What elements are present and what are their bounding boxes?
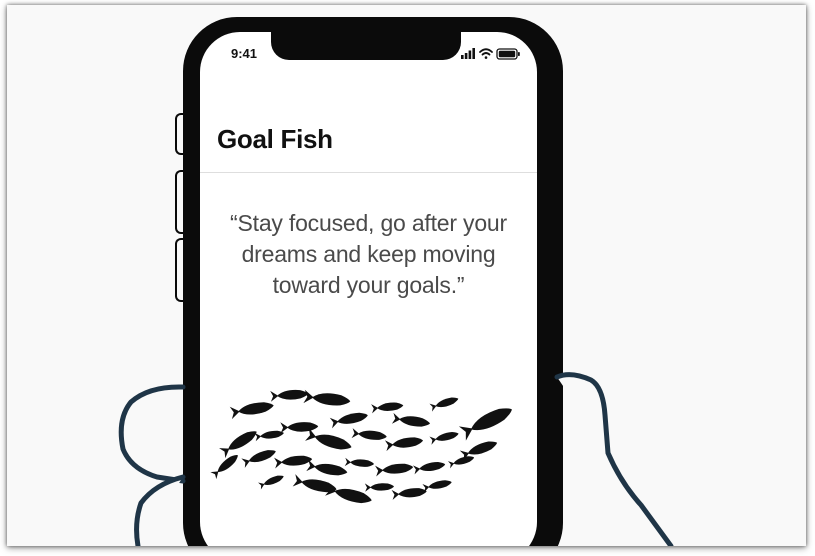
- fish-school: [210, 388, 516, 507]
- fish-15: [429, 429, 460, 445]
- fish-18: [241, 446, 278, 468]
- phone-notch: [271, 32, 461, 60]
- fish-30: [258, 472, 286, 490]
- fish-11: [280, 420, 319, 434]
- signal-icon: [461, 48, 475, 59]
- fish-28: [391, 486, 428, 500]
- phone-screen: 9:41 Goal Fish “Stay focused, go after y…: [200, 32, 537, 546]
- fish-12: [305, 427, 354, 454]
- fish-9: [219, 426, 260, 459]
- fish-2: [270, 388, 309, 402]
- fish-1: [229, 399, 275, 420]
- quote-line-2: dreams and keep moving: [241, 241, 496, 267]
- fish-7: [429, 394, 460, 412]
- app-title: Goal Fish: [217, 124, 333, 154]
- fish-5: [371, 400, 404, 414]
- status-time: 9:41: [231, 46, 258, 61]
- fish-23: [412, 459, 446, 475]
- fish-6: [391, 412, 431, 429]
- battery-icon: [496, 48, 520, 60]
- quote-line-1: “Stay focused, go after your: [230, 210, 507, 236]
- status-icons: [461, 48, 520, 60]
- fish-22: [375, 461, 414, 477]
- left-hand: [118, 384, 186, 546]
- fish-4: [329, 409, 369, 429]
- fish-19: [274, 453, 313, 469]
- right-hand: [554, 372, 674, 546]
- wifi-icon: [479, 48, 493, 59]
- fish-13: [351, 428, 388, 442]
- fish-27: [364, 482, 395, 492]
- fish-14: [384, 435, 424, 452]
- fish-29: [422, 477, 453, 493]
- presentation-frame: 9:41 Goal Fish “Stay focused, go after y…: [7, 5, 806, 546]
- nav-divider: [200, 172, 537, 173]
- quote-line-3: toward your goals.”: [272, 272, 465, 298]
- fish-school-illustration: [210, 388, 516, 507]
- fish-10: [254, 428, 285, 442]
- fish-24: [447, 453, 476, 469]
- fish-8: [458, 402, 516, 441]
- motivational-quote: “Stay focused, go after your dreams and …: [214, 208, 523, 301]
- fish-20: [306, 459, 349, 479]
- phone-device: 9:41 Goal Fish “Stay focused, go after y…: [183, 17, 563, 546]
- fish-3: [303, 389, 351, 409]
- fish-21: [344, 457, 375, 469]
